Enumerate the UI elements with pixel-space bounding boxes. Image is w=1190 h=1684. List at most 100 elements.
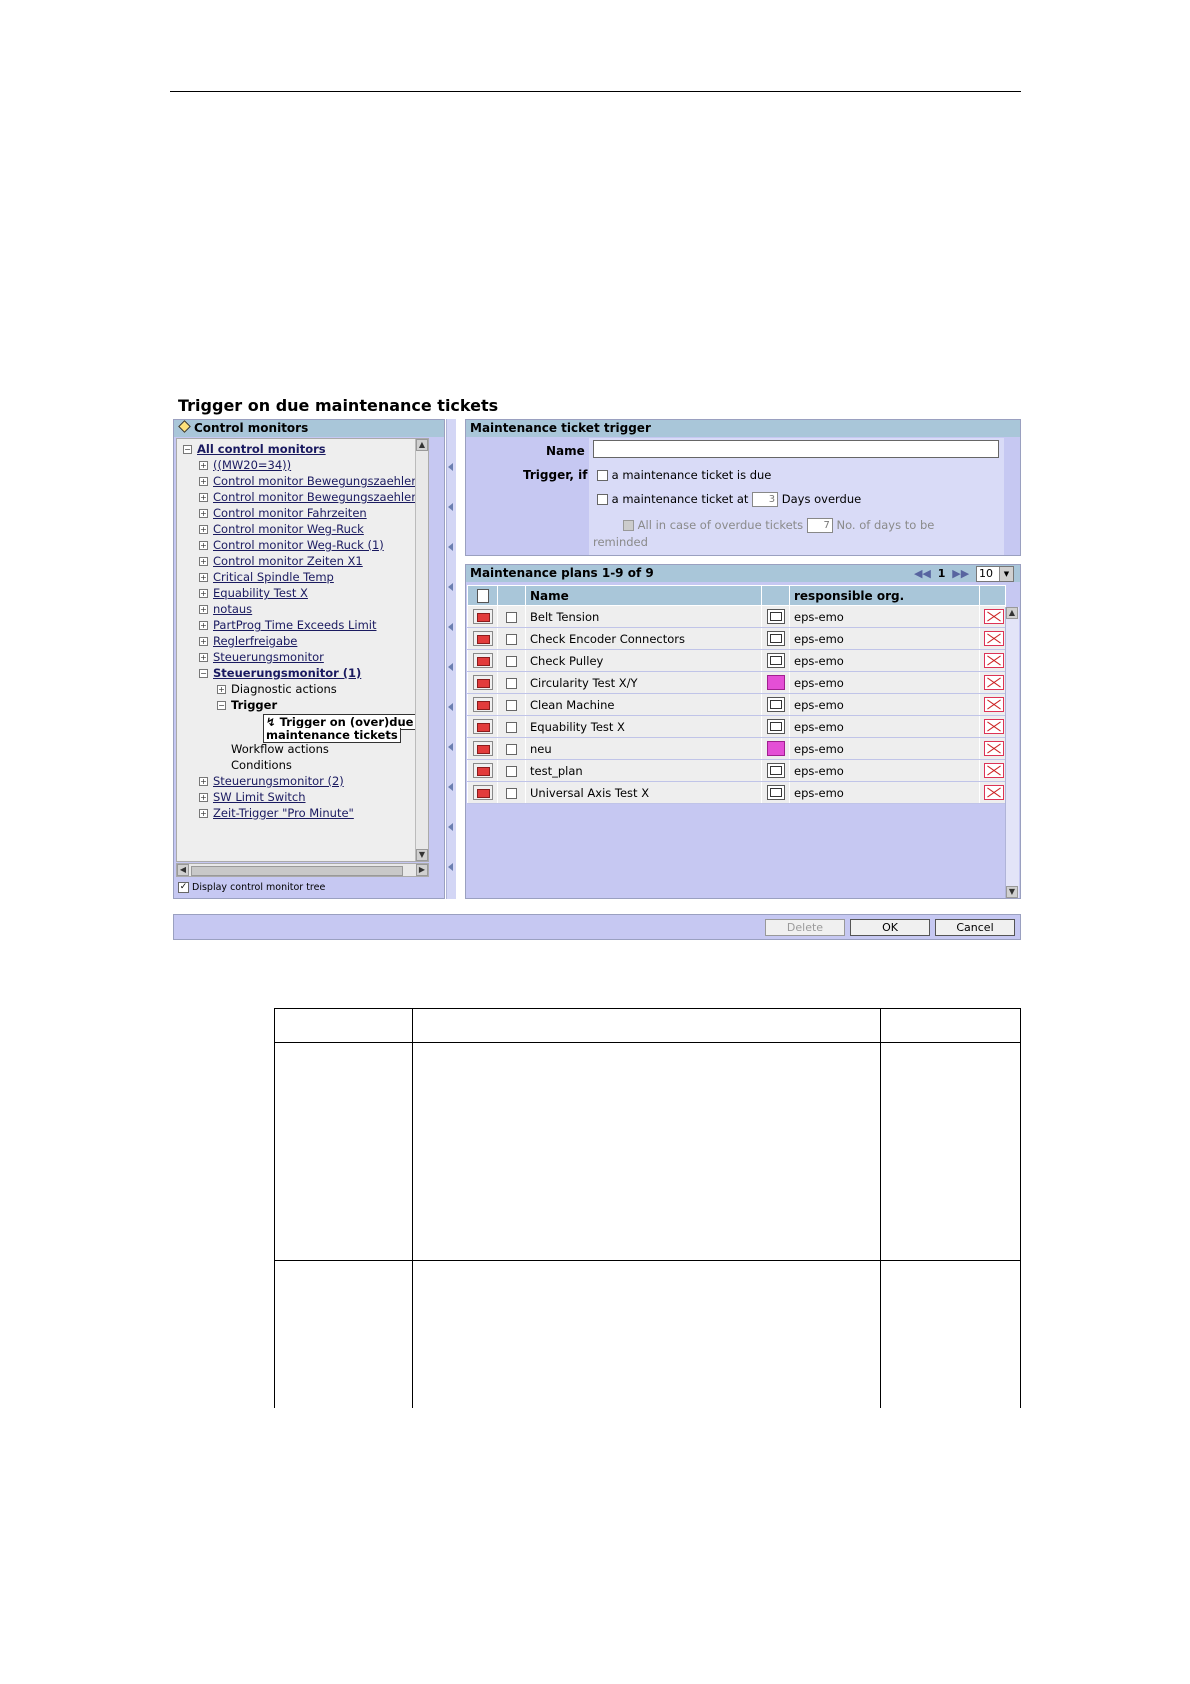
row-checkbox[interactable] <box>506 765 517 777</box>
delete-icon[interactable] <box>984 763 1004 778</box>
name-column-header[interactable]: Name <box>525 585 762 606</box>
expand-icon[interactable]: + <box>199 605 208 614</box>
plan-name[interactable]: Check Encoder Connectors <box>525 627 762 650</box>
tree-item[interactable]: Critical Spindle Temp <box>213 570 334 584</box>
row-checkbox[interactable] <box>506 633 517 645</box>
table-row[interactable]: Clean Machine eps-emo <box>467 693 1006 716</box>
tree-item[interactable]: Control monitor Bewegungszaehler (1 <box>213 490 428 504</box>
tree-item[interactable]: Control monitor Zeiten X1 <box>213 554 363 568</box>
open-folder-icon[interactable] <box>472 719 493 734</box>
tree-item[interactable]: ((MW20=34)) <box>213 458 291 472</box>
expand-icon[interactable]: + <box>199 461 208 470</box>
plan-name[interactable]: Clean Machine <box>525 693 762 716</box>
open-cell[interactable] <box>467 649 498 672</box>
select-cell[interactable] <box>497 781 526 804</box>
new-document-icon[interactable] <box>476 588 489 603</box>
tree-item[interactable]: Workflow actions <box>231 742 329 756</box>
open-folder-icon[interactable] <box>472 741 493 756</box>
expand-icon[interactable]: + <box>199 777 208 786</box>
delete-cell[interactable] <box>979 627 1006 650</box>
delete-cell[interactable] <box>979 649 1006 672</box>
row-checkbox[interactable] <box>506 611 517 623</box>
expand-icon[interactable]: + <box>199 477 208 486</box>
delete-icon[interactable] <box>984 697 1004 712</box>
expand-icon[interactable]: + <box>199 589 208 598</box>
scroll-right-arrow[interactable]: ▶ <box>416 864 428 876</box>
delete-icon[interactable] <box>984 653 1004 668</box>
table-row[interactable]: Check Pulley eps-emo <box>467 649 1006 672</box>
open-cell[interactable] <box>467 759 498 782</box>
select-cell[interactable] <box>497 715 526 738</box>
open-cell[interactable] <box>467 781 498 804</box>
open-cell[interactable] <box>467 605 498 628</box>
collapse-icon[interactable]: − <box>183 445 192 454</box>
table-row[interactable]: Belt Tension eps-emo <box>467 605 1006 628</box>
open-cell[interactable] <box>467 627 498 650</box>
expand-icon[interactable]: + <box>199 637 208 646</box>
select-cell[interactable] <box>497 649 526 672</box>
tree-item[interactable]: Control monitor Weg-Ruck (1) <box>213 538 384 552</box>
delete-cell[interactable] <box>979 737 1006 760</box>
current-page[interactable]: 1 <box>938 567 946 580</box>
delete-icon[interactable] <box>984 741 1004 756</box>
select-cell[interactable] <box>497 605 526 628</box>
open-folder-icon[interactable] <box>472 609 493 624</box>
expand-icon[interactable]: + <box>199 509 208 518</box>
delete-button[interactable]: Delete <box>765 919 845 936</box>
open-folder-icon[interactable] <box>472 675 493 690</box>
open-folder-icon[interactable] <box>472 785 493 800</box>
row-checkbox[interactable] <box>506 787 517 799</box>
tree-item[interactable]: Equability Test X <box>213 586 308 600</box>
tree-item[interactable]: Diagnostic actions <box>231 682 337 696</box>
table-row[interactable]: neu eps-emo <box>467 737 1006 760</box>
plan-name[interactable]: test_plan <box>525 759 762 782</box>
table-row[interactable]: test_plan eps-emo <box>467 759 1006 782</box>
expand-icon[interactable]: + <box>199 525 208 534</box>
plan-name[interactable]: Equability Test X <box>525 715 762 738</box>
tree-item[interactable]: Steuerungsmonitor <box>213 650 324 664</box>
tree-vertical-scrollbar[interactable]: ▲ ▼ <box>415 439 428 861</box>
open-cell[interactable] <box>467 671 498 694</box>
delete-cell[interactable] <box>979 781 1006 804</box>
chevron-down-icon[interactable]: ▼ <box>999 567 1013 581</box>
tree-item[interactable]: Steuerungsmonitor (2) <box>213 774 344 788</box>
name-input[interactable] <box>593 440 999 458</box>
expand-icon[interactable]: + <box>217 685 226 694</box>
expand-icon[interactable]: + <box>199 573 208 582</box>
org-column-header[interactable]: responsible org. <box>789 585 980 606</box>
delete-cell[interactable] <box>979 715 1006 738</box>
tree-item[interactable]: Reglerfreigabe <box>213 634 297 648</box>
plan-name[interactable]: Check Pulley <box>525 649 762 672</box>
select-cell[interactable] <box>497 671 526 694</box>
tree-item[interactable]: SW Limit Switch <box>213 790 306 804</box>
delete-cell[interactable] <box>979 671 1006 694</box>
tree-horizontal-scrollbar[interactable]: ◀ ▶ <box>176 863 429 877</box>
delete-cell[interactable] <box>979 759 1006 782</box>
scroll-up-arrow[interactable]: ▲ <box>416 439 428 451</box>
display-tree-checkbox[interactable]: ✓ <box>178 882 189 893</box>
ok-button[interactable]: OK <box>850 919 930 936</box>
first-page-icon[interactable]: ◀◀ <box>914 567 931 580</box>
row-checkbox[interactable] <box>506 677 517 689</box>
display-tree-option[interactable]: ✓ Display control monitor tree <box>178 882 325 893</box>
delete-icon[interactable] <box>984 675 1004 690</box>
row-checkbox[interactable] <box>506 655 517 667</box>
open-folder-icon[interactable] <box>472 631 493 646</box>
collapse-icon[interactable]: − <box>217 701 226 710</box>
tree-item[interactable]: Control monitor Fahrzeiten <box>213 506 367 520</box>
open-folder-icon[interactable] <box>472 763 493 778</box>
delete-icon[interactable] <box>984 785 1004 800</box>
delete-cell[interactable] <box>979 693 1006 716</box>
ticket-overdue-checkbox[interactable] <box>597 494 608 505</box>
last-page-icon[interactable]: ▶▶ <box>952 567 969 580</box>
delete-cell[interactable] <box>979 605 1006 628</box>
tree-item[interactable]: All control monitors <box>197 442 326 456</box>
expand-icon[interactable]: + <box>199 653 208 662</box>
delete-icon[interactable] <box>984 631 1004 646</box>
panel-splitter[interactable] <box>446 419 456 899</box>
plan-name[interactable]: Belt Tension <box>525 605 762 628</box>
open-cell[interactable] <box>467 737 498 760</box>
collapse-icon[interactable]: − <box>199 669 208 678</box>
row-checkbox[interactable] <box>506 699 517 711</box>
open-cell[interactable] <box>467 715 498 738</box>
